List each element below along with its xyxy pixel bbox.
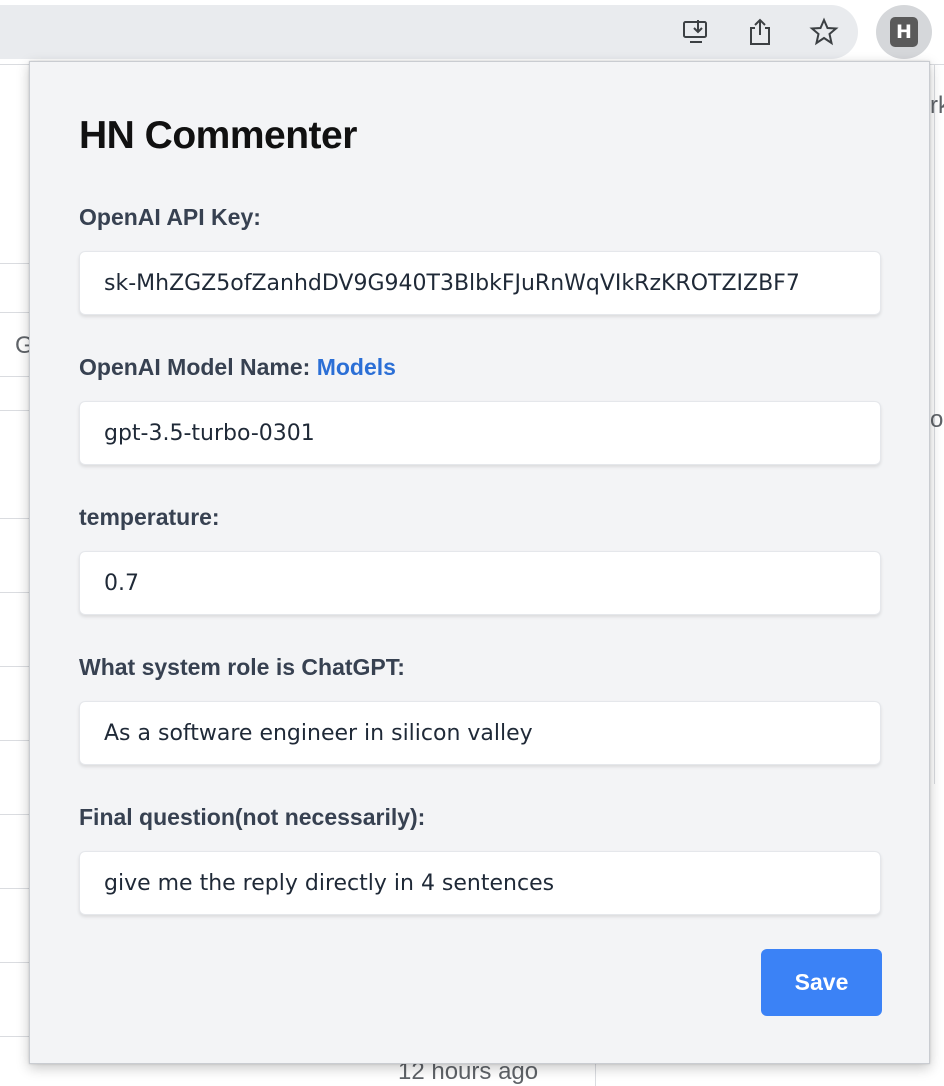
model-name-label-text: OpenAI Model Name: [79, 354, 311, 380]
install-app-icon[interactable] [678, 14, 714, 50]
final-question-label: Final question(not necessarily): [79, 804, 426, 830]
save-button[interactable]: Save [761, 949, 882, 1016]
background-divider [0, 592, 30, 593]
bookmark-star-icon[interactable] [806, 14, 842, 50]
background-divider [0, 263, 30, 264]
temperature-label: temperature: [79, 504, 220, 530]
background-divider [0, 962, 30, 963]
background-divider [0, 740, 30, 741]
share-icon[interactable] [742, 14, 778, 50]
background-divider [0, 1036, 30, 1037]
models-link[interactable]: Models [317, 354, 396, 380]
model-name-input[interactable] [79, 401, 881, 465]
background-divider [0, 410, 30, 411]
popup-title: HN Commenter [79, 114, 357, 157]
hn-commenter-extension-button[interactable]: H [876, 5, 932, 59]
background-divider [595, 1064, 596, 1086]
extension-popup: HN Commenter OpenAI API Key: OpenAI Mode… [29, 61, 930, 1064]
background-divider [0, 518, 30, 519]
api-key-label: OpenAI API Key: [79, 204, 261, 230]
background-text: rk [930, 92, 944, 119]
system-role-input[interactable] [79, 701, 881, 765]
extension-badge-icon: H [890, 17, 918, 47]
temperature-input[interactable] [79, 551, 881, 615]
background-divider [0, 312, 30, 313]
background-divider [0, 376, 30, 377]
final-question-input[interactable] [79, 851, 881, 915]
system-role-label: What system role is ChatGPT: [79, 654, 405, 680]
background-divider [0, 814, 30, 815]
background-divider [0, 666, 30, 667]
address-bar[interactable] [0, 5, 858, 59]
api-key-input[interactable] [79, 251, 881, 315]
model-name-label: OpenAI Model Name: Models [79, 354, 396, 381]
background-divider [0, 888, 30, 889]
background-text: os [930, 406, 944, 433]
